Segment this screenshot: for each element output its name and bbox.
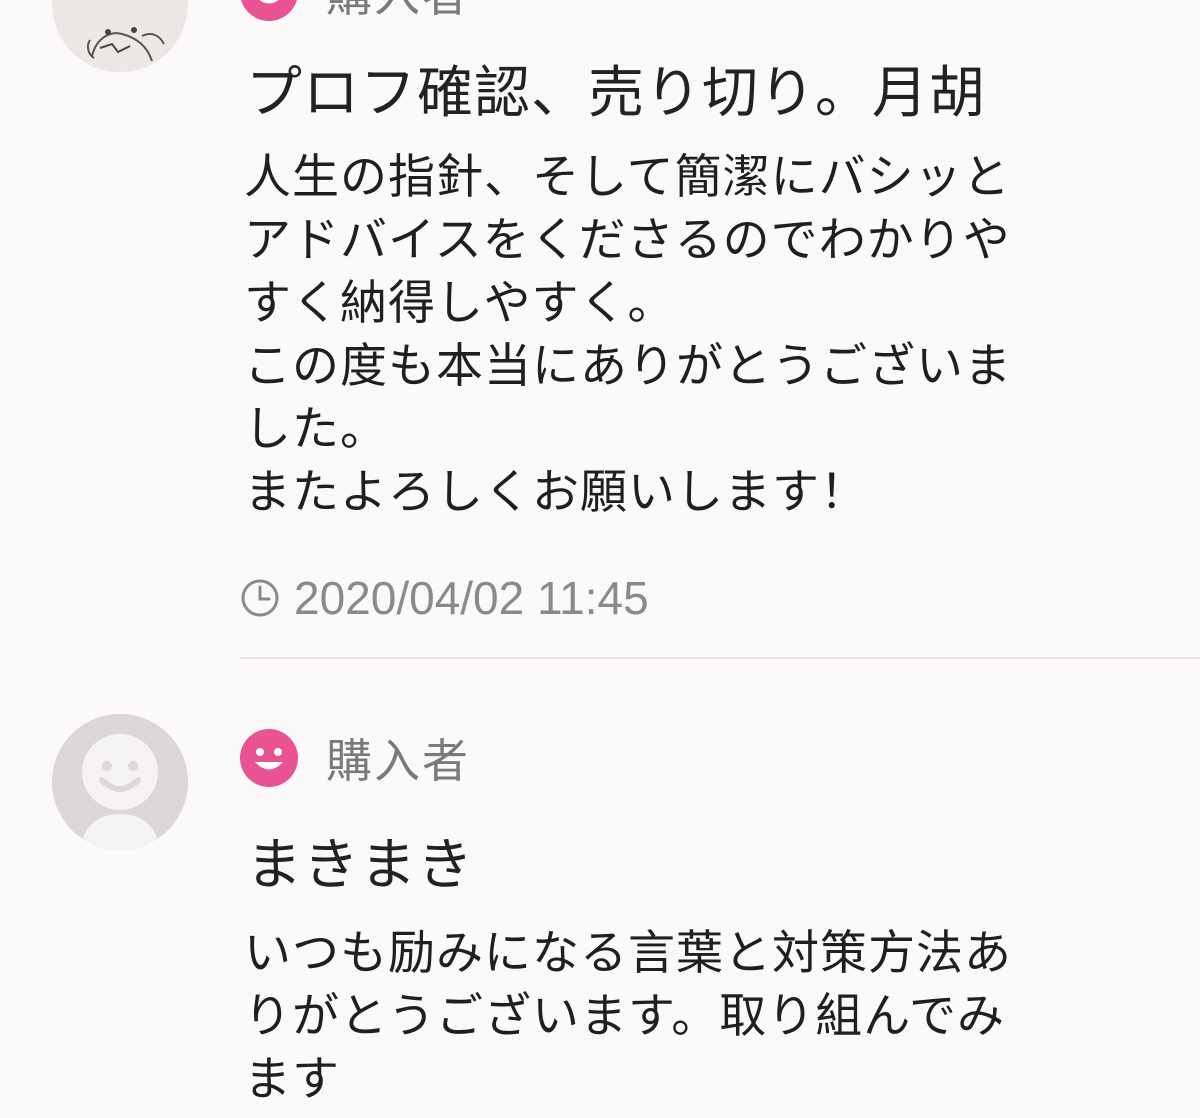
review-divider [240,657,1200,659]
reviewer-role-row: 購入者 [240,0,470,24]
review-comment: 人生の指針、そして簡潔にバシッと アドバイスをくださるのでわかりや すく納得しや… [244,150,1012,520]
review-item-2: 購入者 まきまき いつも励みになる言葉と対策方法あ りがとうございます。取り組ん… [0,660,1200,1118]
reviewer-avatar[interactable] [52,714,188,850]
review-comment: いつも励みになる言葉と対策方法あ りがとうございます。取り組んでみ ます [244,926,1012,1107]
reviewer-name: プロフ確認、売り切り。月胡 [246,61,986,126]
reviewer-role-row: 購入者 [240,726,470,790]
smiley-face-icon [241,0,297,21]
review-item-1: 購入者 プロフ確認、売り切り。月胡 人生の指針、そして簡潔にバシッと アドバイス… [0,0,1200,660]
sketch-avatar-image [52,0,188,72]
reviewer-role-label: 購入者 [326,734,470,788]
smiley-face-icon [240,729,298,787]
clock-icon [241,579,279,617]
default-avatar-icon [52,714,188,850]
reviewer-avatar[interactable] [52,0,188,72]
reviewer-name: まきまき [246,833,474,898]
review-timestamp-row: 2020/04/02 11:45 [240,572,649,624]
review-timestamp: 2020/04/02 11:45 [294,572,649,624]
reviewer-role-label: 購入者 [326,0,470,25]
